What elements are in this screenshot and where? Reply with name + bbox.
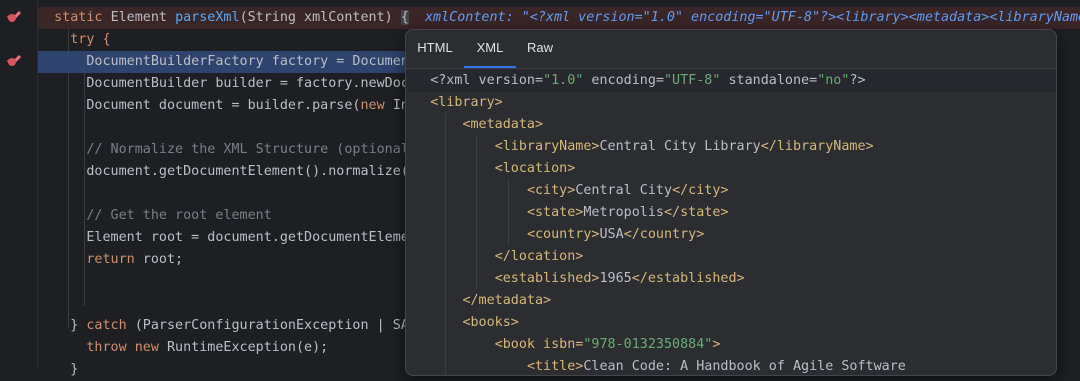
xml-line: <books> [406,312,1056,334]
xml-decl: <?xml version= [430,73,544,88]
xml-tag: > [712,337,721,352]
xml-tag: <city> [526,183,576,198]
xml-line: <book isbn="978-0132350884"> [406,334,1056,356]
xml-line: <established>1965</established> [406,268,1056,290]
xml-attr-value: "UTF-8" [664,73,721,88]
method-params: (String xmlContent) [239,10,401,25]
xml-tag: <country> [526,227,600,242]
xml-tag: <metadata> [462,117,544,132]
xml-attr-value: "1.0" [543,73,584,88]
keyword: return [86,252,135,267]
xml-tag: <state> [526,205,584,220]
code-line-signature[interactable]: static Element parseXml(String xmlConten… [38,7,1080,29]
xml-attr-value: "no" [817,73,850,88]
xml-decl: standalone= [720,73,818,88]
tab-html[interactable]: HTML [406,30,464,68]
xml-line: <city>Central City</city> [406,180,1056,202]
editor-gutter[interactable] [0,0,38,367]
return-type: Element [110,10,176,25]
inline-debug-value[interactable]: xmlContent: "<?xml version="1.0" encodin… [425,10,1080,25]
code-text: root; [134,252,184,267]
code-text: } [70,362,79,377]
code-text: (ParserConfigurationException | SAX [126,318,417,333]
xml-tag: </established> [631,271,745,286]
comment-text: // Get the root element [86,208,272,223]
method-name: parseXml [175,10,240,25]
xml-tag: </city> [672,183,729,198]
brace-highlight: { [400,10,409,25]
xml-decl: ?> [849,73,866,88]
keyword: new [126,340,159,355]
tab-raw[interactable]: Raw [516,30,564,68]
xml-viewer[interactable]: <?xml version="1.0" encoding="UTF-8" sta… [406,69,1056,375]
xml-line: </location> [406,246,1056,268]
xml-tag: <location> [494,161,576,176]
viewer-tabs: HTML XML Raw [406,30,1056,69]
xml-tag: <book isbn= [494,337,584,352]
xml-tag: <established> [494,271,600,286]
xml-line: <country>USA</country> [406,224,1056,246]
breakpoint-hit-icon[interactable] [6,53,22,69]
xml-tag: </state> [664,205,729,220]
xml-tag: </location> [494,249,584,264]
code-text: Element root = document.getDocumentEleme… [86,230,417,245]
xml-tag: <libraryName> [494,139,600,154]
keyword: catch [86,318,127,333]
code-text: document.getDocumentElement().normalize(… [86,164,417,179]
xml-line: </metadata> [406,290,1056,312]
keyword: new [360,98,385,113]
xml-tag: </country> [623,227,705,242]
xml-tag: <library> [430,95,503,110]
keyword: static [54,10,111,25]
code-text: Document document = builder.parse( [86,98,361,113]
xml-declaration-line: <?xml version="1.0" encoding="UTF-8" sta… [406,70,1056,92]
xml-line: <libraryName>Central City Library</libra… [406,136,1056,158]
xml-line: <location> [406,158,1056,180]
xml-text: USA [599,227,624,242]
breakpoint-icon[interactable] [6,9,22,25]
xml-attr-value: "978-0132350884" [583,337,713,352]
xml-line: <library> [406,92,1056,114]
keyword: throw [86,340,127,355]
xml-text: Metropolis [583,205,664,220]
comment-text: // Normalize the XML Structure (optional… [86,142,417,157]
code-text: RuntimeException(e); [158,340,329,355]
debug-value-popup[interactable]: HTML XML Raw <?xml version="1.0" encodin… [405,29,1057,376]
code-text: } [70,318,87,333]
try-keyword: try { [70,32,111,47]
xml-text: 1965 [599,271,632,286]
xml-tag: </libraryName> [760,139,874,154]
xml-tag: </metadata> [462,293,552,308]
tab-xml[interactable]: XML [464,30,516,68]
xml-decl: encoding= [583,73,664,88]
code-text: DocumentBuilderFactory factory = Documen… [86,54,417,69]
code-text: DocumentBuilder builder = factory.newDoc… [86,76,417,91]
xml-line: <title>Clean Code: A Handbook of Agile S… [406,356,1056,375]
editor-right-margin [1055,29,1080,367]
xml-line: <metadata> [406,114,1056,136]
xml-tag: <books> [462,315,519,330]
xml-line: <state>Metropolis</state> [406,202,1056,224]
xml-text: Central City [575,183,673,198]
xml-text: Central City Library [599,139,761,154]
